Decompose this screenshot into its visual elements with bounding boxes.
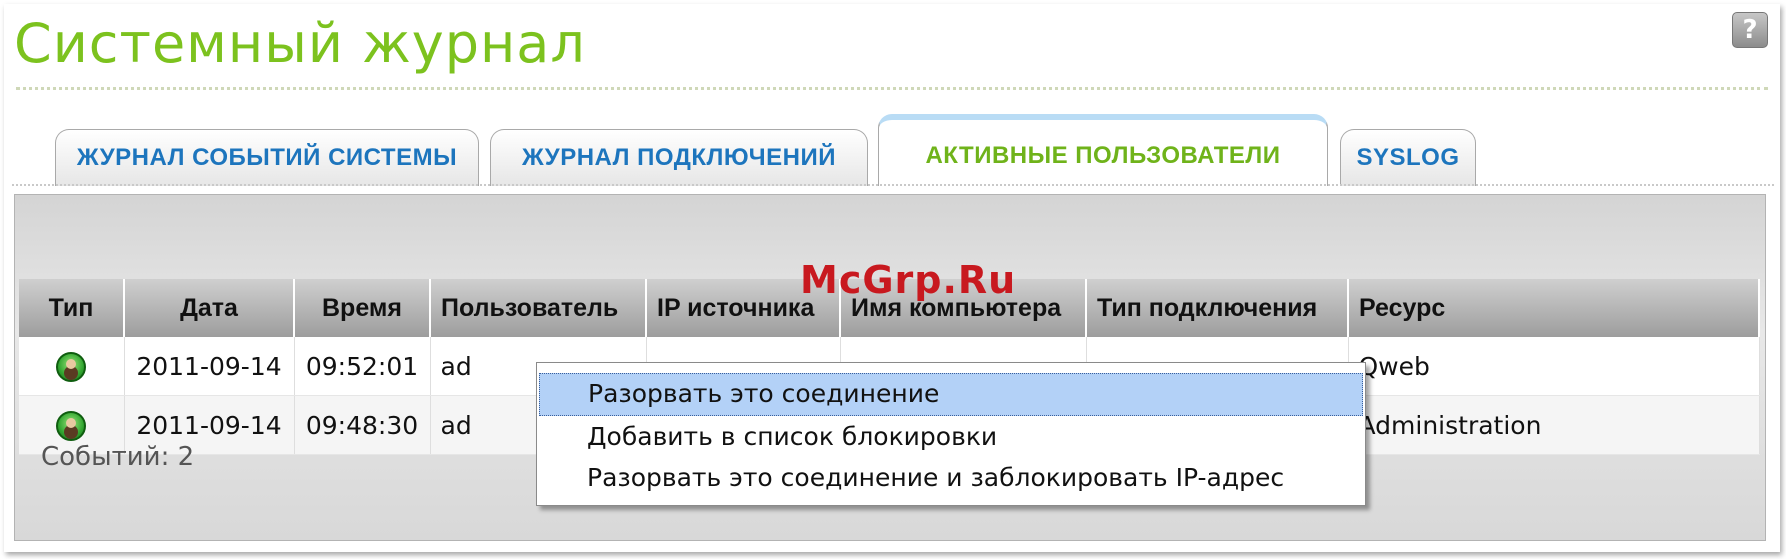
tab-divider — [12, 184, 1774, 186]
tab-connection-log[interactable]: ЖУРНАЛ ПОДКЛЮЧЕНИЙ — [490, 129, 868, 186]
row-resource: Administration — [1348, 395, 1760, 455]
column-header-resource[interactable]: Ресурс — [1348, 279, 1760, 337]
column-header-user[interactable]: Пользователь — [430, 279, 647, 337]
row-date: 2011-09-14 — [124, 337, 295, 396]
row-time: 09:48:30 — [294, 395, 431, 455]
watermark: McGrp.Ru — [800, 258, 1017, 302]
user-icon — [56, 410, 87, 441]
row-time: 09:52:01 — [294, 337, 431, 396]
user-icon — [56, 351, 87, 382]
column-header-date[interactable]: Дата — [124, 279, 295, 337]
column-header-connection-type[interactable]: Тип подключения — [1086, 279, 1349, 337]
tab-bar: ЖУРНАЛ СОБЫТИЙ СИСТЕМЫ ЖУРНАЛ ПОДКЛЮЧЕНИ… — [12, 114, 1774, 186]
tab-syslog[interactable]: SYSLOG — [1340, 129, 1476, 186]
menu-item-disconnect-and-block-ip[interactable]: Разорвать это соединение и заблокировать… — [539, 457, 1363, 498]
help-icon[interactable]: ? — [1732, 12, 1768, 48]
menu-item-add-to-blocklist[interactable]: Добавить в список блокировки — [539, 416, 1363, 457]
context-menu: Разорвать это соединение Добавить в спис… — [536, 362, 1366, 506]
title-divider — [16, 87, 1768, 90]
events-count: Событий: 2 — [41, 442, 195, 472]
tab-system-events[interactable]: ЖУРНАЛ СОБЫТИЙ СИСТЕМЫ — [55, 129, 479, 186]
menu-item-disconnect[interactable]: Разорвать это соединение — [539, 373, 1363, 416]
row-resource: Qweb — [1348, 337, 1760, 396]
tab-active-users[interactable]: АКТИВНЫЕ ПОЛЬЗОВАТЕЛИ — [878, 114, 1328, 186]
column-header-time[interactable]: Время — [294, 279, 431, 337]
row-type-cell — [19, 337, 125, 396]
page-title: Системный журнал — [14, 12, 586, 75]
column-header-type[interactable]: Тип — [19, 279, 125, 337]
